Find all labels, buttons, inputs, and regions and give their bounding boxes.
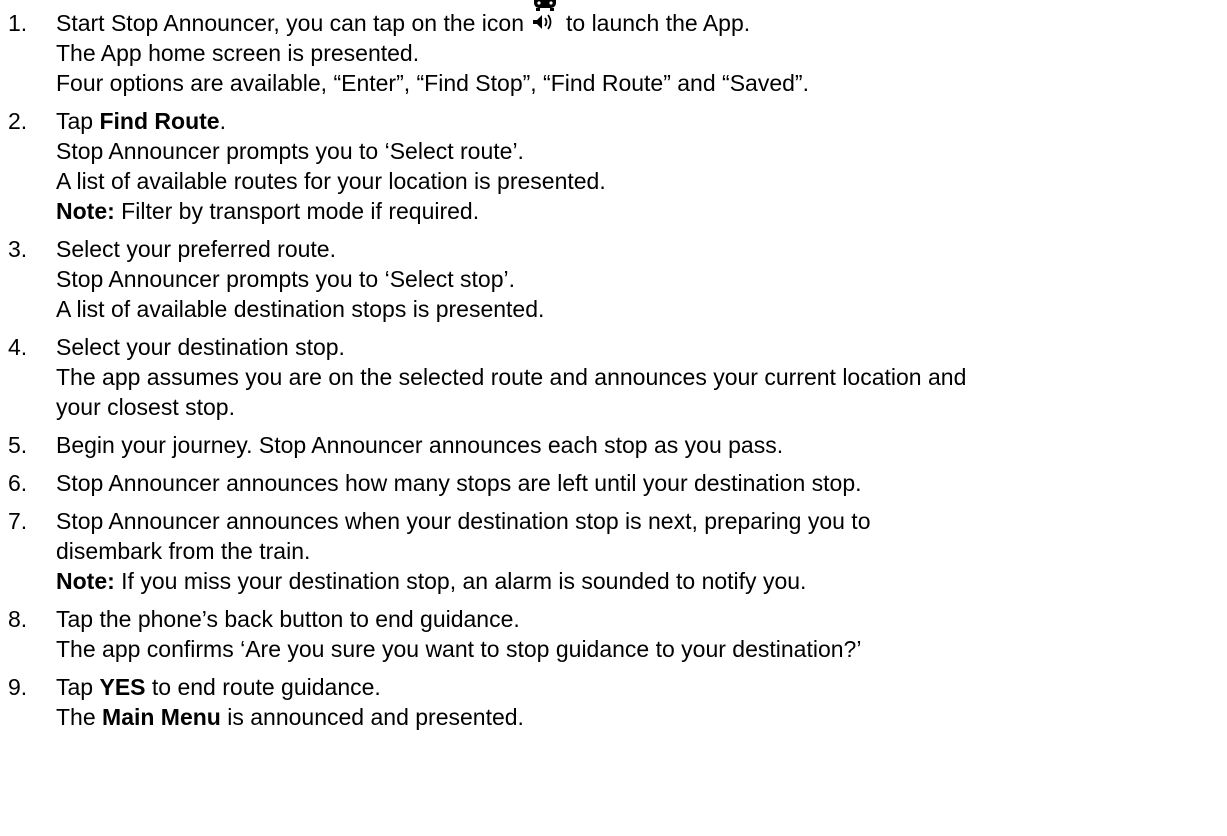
step-number: 2. xyxy=(8,108,28,134)
step-text-line: Stop Announcer announces when your desti… xyxy=(56,508,871,534)
step-number: 5. xyxy=(8,432,28,458)
step-2: 2. Tap Find Route. Stop Announcer prompt… xyxy=(8,106,1227,226)
bus-speaker-icon xyxy=(528,0,562,38)
step-text-line: The Main Menu is announced and presented… xyxy=(56,704,524,730)
instruction-list: 1. Start Stop Announcer, you can tap on … xyxy=(8,0,1227,732)
step-number: 6. xyxy=(8,470,28,496)
step-4: 4. Select your destination stop. The app… xyxy=(8,332,1227,422)
step-text-line: Tap YES to end route guidance. xyxy=(56,674,381,700)
step-text-line: Stop Announcer prompts you to ‘Select st… xyxy=(56,266,515,292)
step-text-line: The app confirms ‘Are you sure you want … xyxy=(56,636,862,662)
step-text-line: Select your destination stop. xyxy=(56,334,345,360)
step-text-line: Select your preferred route. xyxy=(56,236,336,262)
step-text-line: Tap Find Route. xyxy=(56,108,226,134)
step-text-line: The App home screen is presented. xyxy=(56,40,420,66)
step-text-line: your closest stop. xyxy=(56,394,235,420)
step-text-line: The app assumes you are on the selected … xyxy=(56,364,967,390)
step-8: 8. Tap the phone’s back button to end gu… xyxy=(8,604,1227,664)
step-number: 1. xyxy=(8,10,28,36)
step-number: 8. xyxy=(8,606,28,632)
step-6: 6. Stop Announcer announces how many sto… xyxy=(8,468,1227,498)
step-text-line: A list of available destination stops is… xyxy=(56,296,545,322)
step-text-line: Stop Announcer announces how many stops … xyxy=(56,470,862,496)
step-number: 4. xyxy=(8,334,28,360)
bus-speaker-icon-graphic xyxy=(533,0,556,30)
step-number: 7. xyxy=(8,508,28,534)
step-number: 9. xyxy=(8,674,28,700)
step-9: 9. Tap YES to end route guidance. The Ma… xyxy=(8,672,1227,732)
step-text-line: Start Stop Announcer, you can tap on the… xyxy=(56,0,1227,38)
step-3: 3. Select your preferred route. Stop Ann… xyxy=(8,234,1227,324)
step-7: 7. Stop Announcer announces when your de… xyxy=(8,506,1227,596)
document-page: 1. Start Stop Announcer, you can tap on … xyxy=(0,0,1227,732)
step-text-line: Stop Announcer prompts you to ‘Select ro… xyxy=(56,138,524,164)
step-text-line: Four options are available, “Enter”, “Fi… xyxy=(56,70,809,96)
step-text-line: disembark from the train. xyxy=(56,538,311,564)
step-text-line: Tap the phone’s back button to end guida… xyxy=(56,606,520,632)
step-1: 1. Start Stop Announcer, you can tap on … xyxy=(8,0,1227,98)
step-note-line: Note: If you miss your destination stop,… xyxy=(56,568,807,594)
step-text-line: Begin your journey. Stop Announcer annou… xyxy=(56,432,784,458)
step-note-line: Note: Filter by transport mode if requir… xyxy=(56,198,480,224)
step-5: 5. Begin your journey. Stop Announcer an… xyxy=(8,430,1227,460)
step-number: 3. xyxy=(8,236,28,262)
step-text-line: A list of available routes for your loca… xyxy=(56,168,606,194)
